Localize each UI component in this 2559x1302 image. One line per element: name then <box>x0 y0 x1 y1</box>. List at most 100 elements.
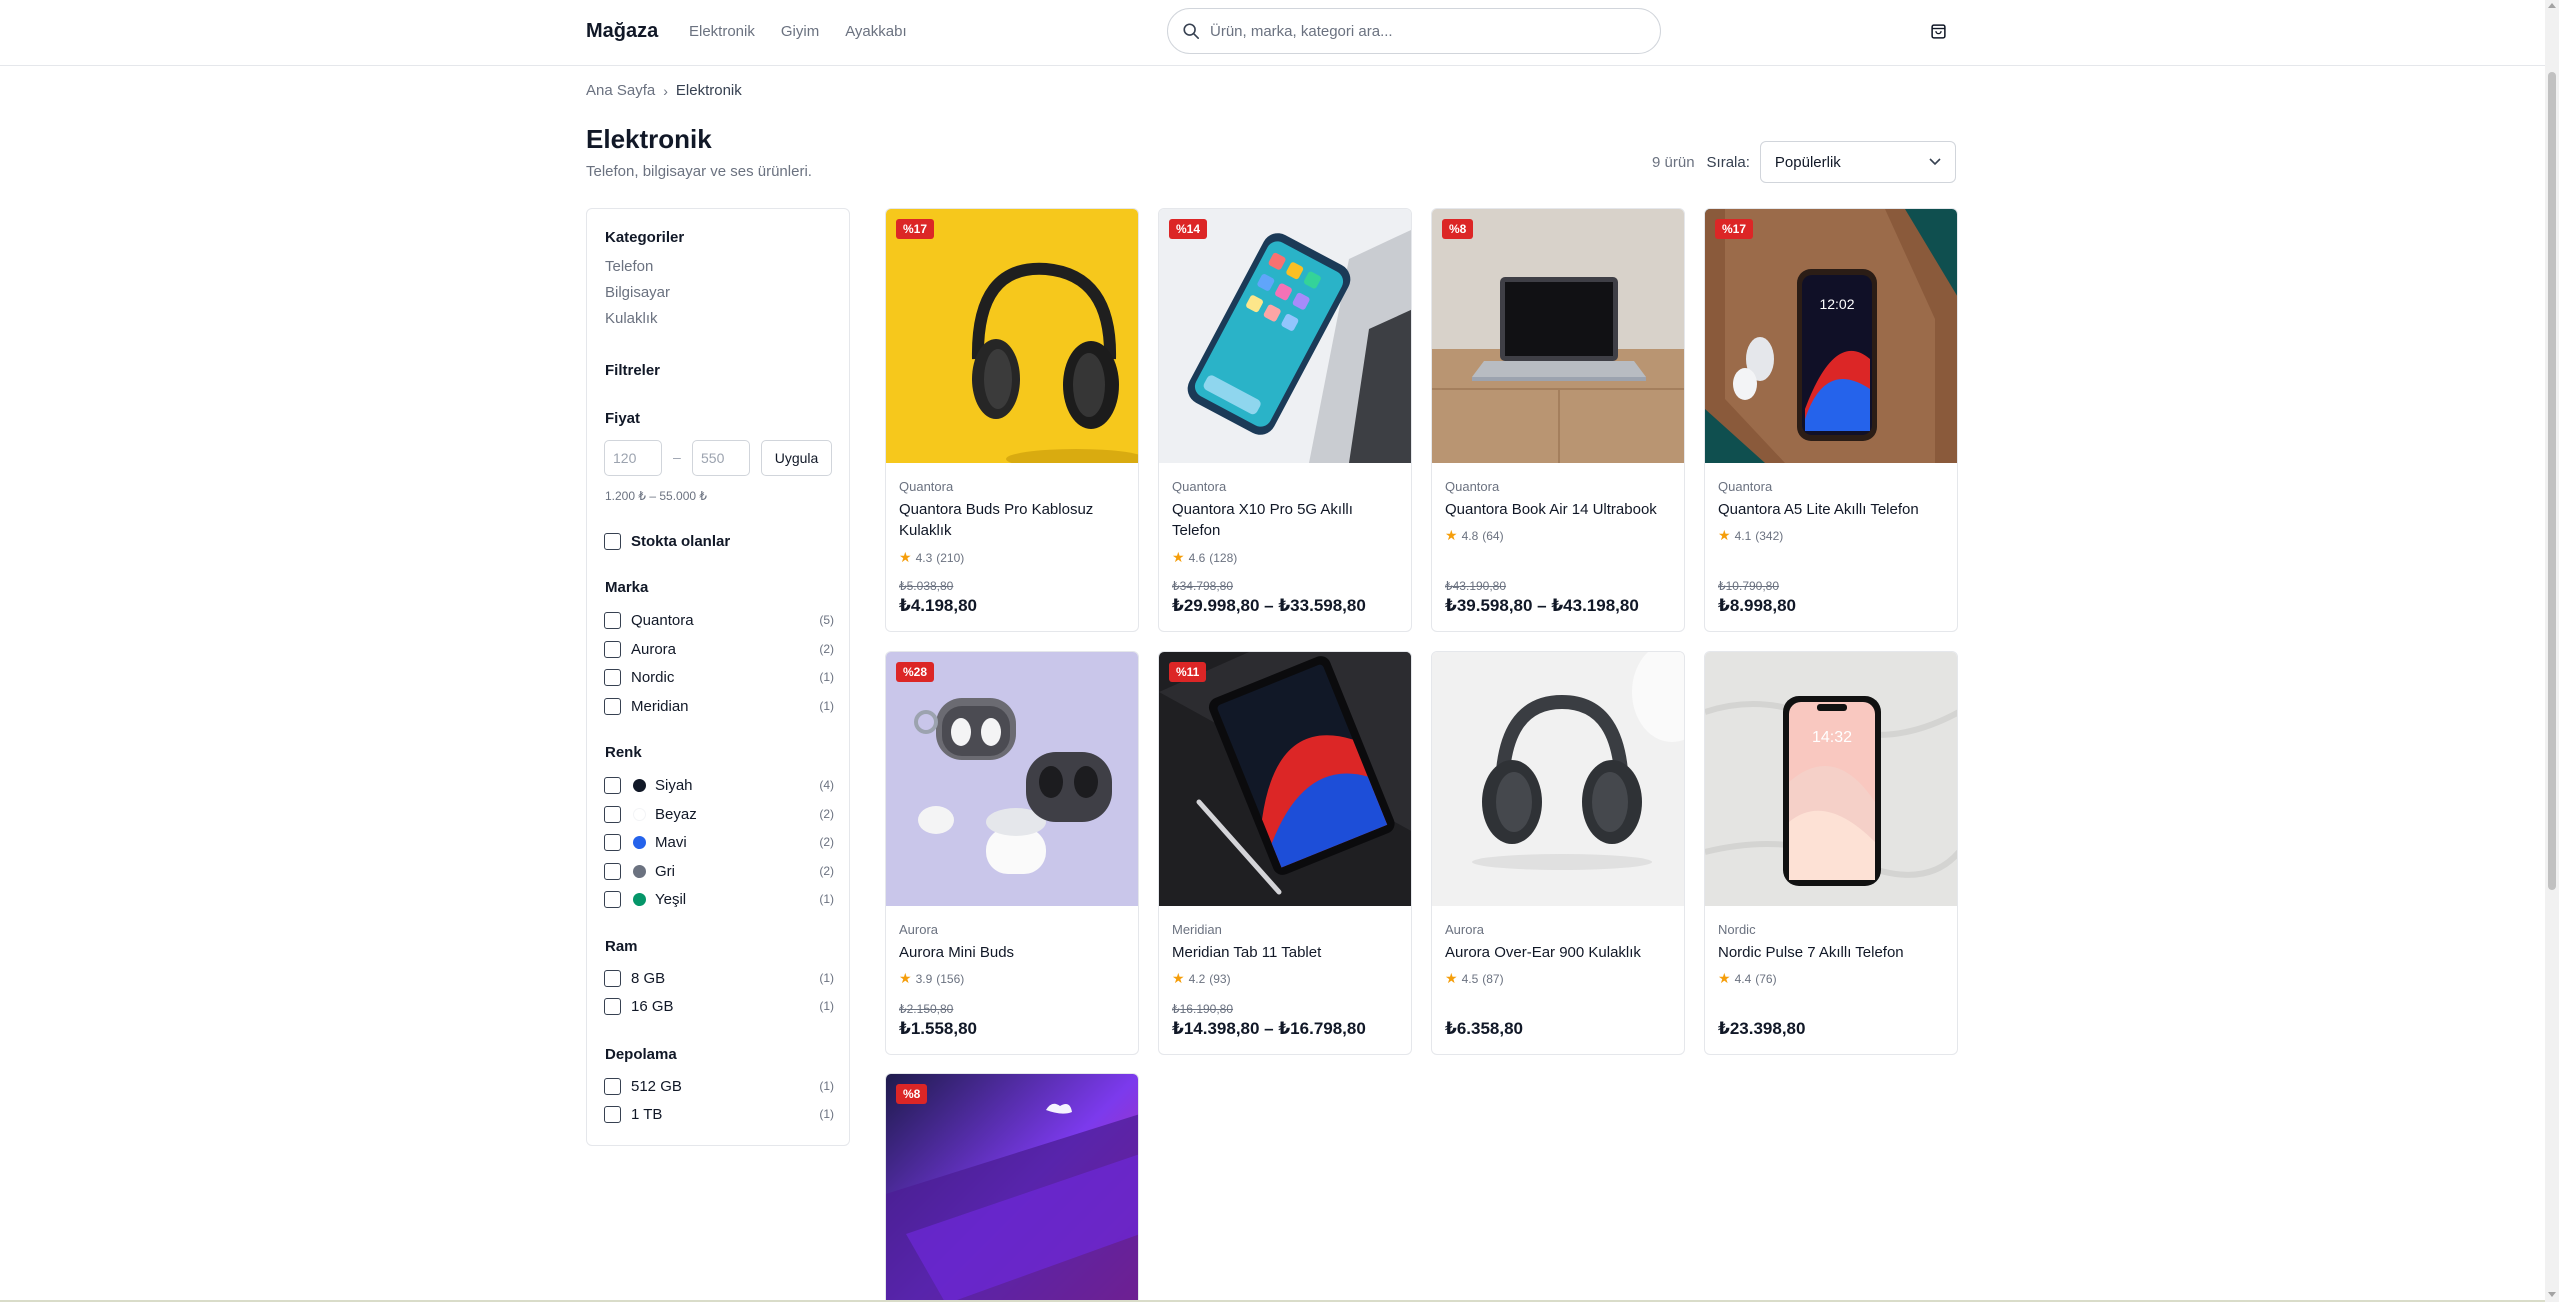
product-image-headphones[interactable]: %17 <box>886 209 1138 463</box>
storage-option-512gb[interactable]: 512 GB (1) <box>604 1075 834 1097</box>
checkbox-box[interactable] <box>604 1105 621 1123</box>
storage-option-1tb[interactable]: 1 TB (1) <box>604 1103 834 1125</box>
color-option-beyaz[interactable]: Beyaz (2) <box>604 803 834 825</box>
checkbox-box[interactable] <box>604 668 621 686</box>
brand-option-quantora[interactable]: Quantora (5) <box>604 609 834 631</box>
rating-value: 4.3 <box>915 550 933 565</box>
product-card[interactable]: %14 Quantora Quantora X10 Pro 5G Akıllı … <box>1158 208 1412 632</box>
cart-button[interactable] <box>1926 19 1950 43</box>
ram-option-16gb[interactable]: 16 GB (1) <box>604 995 834 1017</box>
store-logo[interactable]: Mağaza <box>586 20 658 43</box>
category-link-telefon[interactable]: Telefon <box>605 258 653 275</box>
product-card[interactable]: 12:02 %17 Quantora Quantora A5 Lite Akıl… <box>1704 208 1958 632</box>
color-option-yesil[interactable]: Yeşil (1) <box>604 888 834 910</box>
storage-count: (1) <box>819 1079 834 1093</box>
checkbox-box[interactable] <box>604 969 621 987</box>
search-input[interactable] <box>1210 22 1630 40</box>
in-stock-checkbox[interactable]: Stokta olanlar <box>604 530 834 552</box>
brand-count: (5) <box>819 613 834 627</box>
review-count: (87) <box>1482 971 1504 986</box>
star-icon: ★ <box>1445 527 1458 543</box>
brand-option-nordic[interactable]: Nordic (1) <box>604 666 834 688</box>
checkbox-box[interactable] <box>604 833 621 851</box>
breadcrumb-current: Elektronik <box>675 82 742 99</box>
product-name[interactable]: Aurora Over-Ear 900 Kulaklık <box>1445 942 1675 963</box>
color-swatch-white <box>633 807 646 821</box>
price-max-input[interactable]: 550 <box>692 440 750 476</box>
product-name[interactable]: Meridian Tab 11 Tablet <box>1172 942 1402 963</box>
filters-heading: Filtreler <box>605 362 661 379</box>
star-icon: ★ <box>899 549 912 565</box>
nav-link-ayakkabi[interactable]: Ayakkabı <box>845 23 906 40</box>
product-image-laptop[interactable]: %8 <box>1432 209 1684 463</box>
checkbox-box[interactable] <box>604 697 621 715</box>
product-image-phone[interactable]: 14:32 <box>1705 652 1957 906</box>
checkbox-box[interactable] <box>604 611 621 629</box>
nav-link-elektronik[interactable]: Elektronik <box>689 23 755 40</box>
product-card[interactable]: %17 Quantora Quantora Buds Pro Kablosuz … <box>885 208 1139 632</box>
price-min-input[interactable]: 120 <box>604 440 662 476</box>
product-card[interactable]: 14:32 Nordic Nordic Pulse 7 Akıllı Telef… <box>1704 651 1958 1055</box>
color-swatch-black <box>633 778 646 792</box>
scroll-up-arrow-icon[interactable] <box>2548 3 2556 8</box>
old-price: ₺16.190,80 <box>1172 1002 1234 1016</box>
apply-price-button[interactable]: Uygula <box>761 440 832 476</box>
category-link-bilgisayar[interactable]: Bilgisayar <box>605 284 670 301</box>
color-label: Gri <box>655 862 675 880</box>
product-card[interactable]: %8 Quantora Quantora Book Air 14 Ultrabo… <box>1431 208 1685 632</box>
categories-heading: Kategoriler <box>605 229 685 246</box>
product-image-phone[interactable]: 12:02 %17 <box>1705 209 1957 463</box>
scrollbar-thumb[interactable] <box>2548 72 2556 890</box>
product-rating: ★ 4.3 (210) <box>899 549 964 566</box>
product-card[interactable]: %11 Meridian Meridian Tab 11 Tablet ★ 4.… <box>1158 651 1412 1055</box>
product-image-tablet[interactable]: %11 <box>1159 652 1411 906</box>
star-icon: ★ <box>899 970 912 986</box>
ram-label: 8 GB <box>631 969 666 987</box>
sort-select[interactable]: Popülerlik <box>1759 141 1956 183</box>
brand-option-aurora[interactable]: Aurora (2) <box>604 638 834 660</box>
product-card[interactable]: %28 Aurora Aurora Mini Buds ★ 3.9 (156) … <box>885 651 1139 1055</box>
product-image-laptop[interactable]: %8 <box>886 1074 1138 1302</box>
page-scrollbar[interactable] <box>2545 0 2559 1302</box>
product-name[interactable]: Quantora A5 Lite Akıllı Telefon <box>1718 499 1948 520</box>
product-brand: Nordic <box>1718 922 1756 937</box>
product-image-headphones[interactable] <box>1432 652 1684 906</box>
color-option-siyah[interactable]: Siyah (4) <box>604 774 834 796</box>
review-count: (210) <box>936 550 965 565</box>
ram-option-8gb[interactable]: 8 GB (1) <box>604 967 834 989</box>
breadcrumb-home[interactable]: Ana Sayfa <box>586 82 655 99</box>
checkbox-box[interactable] <box>604 890 621 908</box>
svg-text:12:02: 12:02 <box>1819 296 1854 312</box>
checkbox-box[interactable] <box>604 805 621 823</box>
checkbox-box[interactable] <box>604 862 621 880</box>
product-card[interactable]: Aurora Aurora Over-Ear 900 Kulaklık ★ 4.… <box>1431 651 1685 1055</box>
search-box[interactable] <box>1167 8 1661 54</box>
product-name[interactable]: Quantora Buds Pro Kablosuz Kulaklık <box>899 499 1129 541</box>
checkbox-box[interactable] <box>604 640 621 658</box>
top-header: Mağaza Elektronik Giyim Ayakkabı <box>0 0 2545 66</box>
category-link-kulaklik[interactable]: Kulaklık <box>605 310 658 327</box>
result-count: 9 ürün <box>1652 153 1695 171</box>
checkbox-box[interactable] <box>604 776 621 794</box>
old-price: ₺10.790,80 <box>1718 579 1780 593</box>
product-name[interactable]: Aurora Mini Buds <box>899 942 1129 963</box>
color-swatch-blue <box>633 835 646 849</box>
color-option-mavi[interactable]: Mavi (2) <box>604 831 834 853</box>
product-image-earbuds[interactable]: %28 <box>886 652 1138 906</box>
review-count: (128) <box>1209 550 1238 565</box>
product-card[interactable]: %8 <box>885 1073 1139 1302</box>
color-option-gri[interactable]: Gri (2) <box>604 860 834 882</box>
chevron-down-icon <box>1929 158 1941 166</box>
brand-option-meridian[interactable]: Meridian (1) <box>604 695 834 717</box>
review-count: (93) <box>1209 971 1231 986</box>
product-image-phone[interactable]: %14 <box>1159 209 1411 463</box>
scroll-down-arrow-icon[interactable] <box>2548 1292 2556 1297</box>
nav-link-giyim[interactable]: Giyim <box>781 23 819 40</box>
checkbox-box[interactable] <box>604 1077 621 1095</box>
product-name[interactable]: Quantora X10 Pro 5G Akıllı Telefon <box>1172 499 1402 541</box>
product-name[interactable]: Nordic Pulse 7 Akıllı Telefon <box>1718 942 1948 963</box>
main-nav: Elektronik Giyim Ayakkabı <box>689 23 907 40</box>
product-name[interactable]: Quantora Book Air 14 Ultrabook <box>1445 499 1675 520</box>
checkbox-box[interactable] <box>604 997 621 1015</box>
checkbox-box[interactable] <box>604 532 621 550</box>
